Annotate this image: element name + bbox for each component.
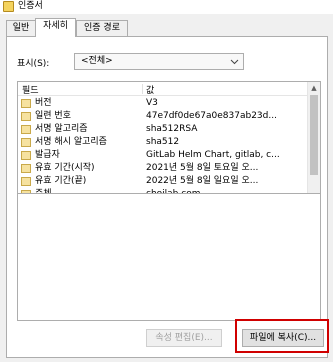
field-icon [21,99,31,108]
field-name: 서명 해시 알고리즘 [35,137,107,147]
show-label: 표시(S): [17,59,50,69]
field-value: GitLab Helm Chart, gitlab, c... [146,150,280,160]
chevron-down-icon [230,54,239,75]
tab-cert-path[interactable]: 인증 경로 [76,20,128,36]
list-item[interactable]: 유효 기간(시작) 2021년 5월 8일 토요일 오... [18,162,308,175]
list-header: 필드 값 [18,82,308,96]
field-value: V3 [146,98,158,108]
tab-details[interactable]: 자세히 [35,18,76,37]
column-divider [142,84,143,94]
list-item[interactable]: 일련 번호 47e7df0de67a0e837ab23d... [18,110,308,123]
column-header-value[interactable]: 값 [146,83,154,96]
list-item[interactable]: 버전 V3 [18,97,308,110]
field-detail-box[interactable] [17,193,321,321]
title-bar: 인증서 [0,0,333,14]
list-item[interactable]: 유효 기간(끝) 2022년 5월 8일 일요일 오... [18,175,308,188]
field-icon [21,112,31,121]
tab-general[interactable]: 일반 [6,20,36,36]
details-panel: 표시(S): <전체> 필드 값 버전 V3 일련 번호 47e7df0de67… [6,36,328,358]
field-name: 서명 알고리즘 [35,124,88,134]
list-item[interactable]: 서명 알고리즘 sha512RSA [18,123,308,136]
show-dropdown[interactable]: <전체> [74,53,244,70]
field-name: 발급자 [35,150,60,160]
field-name: 유효 기간(끝) [35,176,87,186]
edit-properties-button[interactable]: 속성 편집(E)... [146,329,222,347]
field-icon [21,164,31,173]
field-value: 2022년 5월 8일 일요일 오... [146,176,259,186]
field-value: sha512 [146,137,180,147]
field-name: 버전 [35,98,52,108]
field-value: sha512RSA [146,124,198,134]
certificate-icon [3,1,14,12]
field-name: 유효 기간(시작) [35,163,95,173]
field-icon [21,177,31,186]
scroll-up-icon[interactable]: ▲ [308,82,320,94]
window-title: 인증서 [18,1,43,11]
field-icon [21,125,31,134]
field-icon [21,151,31,160]
field-value: 47e7df0de67a0e837ab23d... [146,111,277,121]
column-header-field[interactable]: 필드 [22,83,39,96]
field-icon [21,138,31,147]
scroll-thumb[interactable] [310,95,318,175]
copy-to-file-button[interactable]: 파일에 복사(C)... [242,329,324,347]
field-value: 2021년 5월 8일 토요일 오... [146,163,259,173]
field-name: 일련 번호 [35,111,71,121]
list-item[interactable]: 발급자 GitLab Helm Chart, gitlab, c... [18,149,308,162]
show-dropdown-value: <전체> [81,56,113,66]
list-item[interactable]: 서명 해시 알고리즘 sha512 [18,136,308,149]
